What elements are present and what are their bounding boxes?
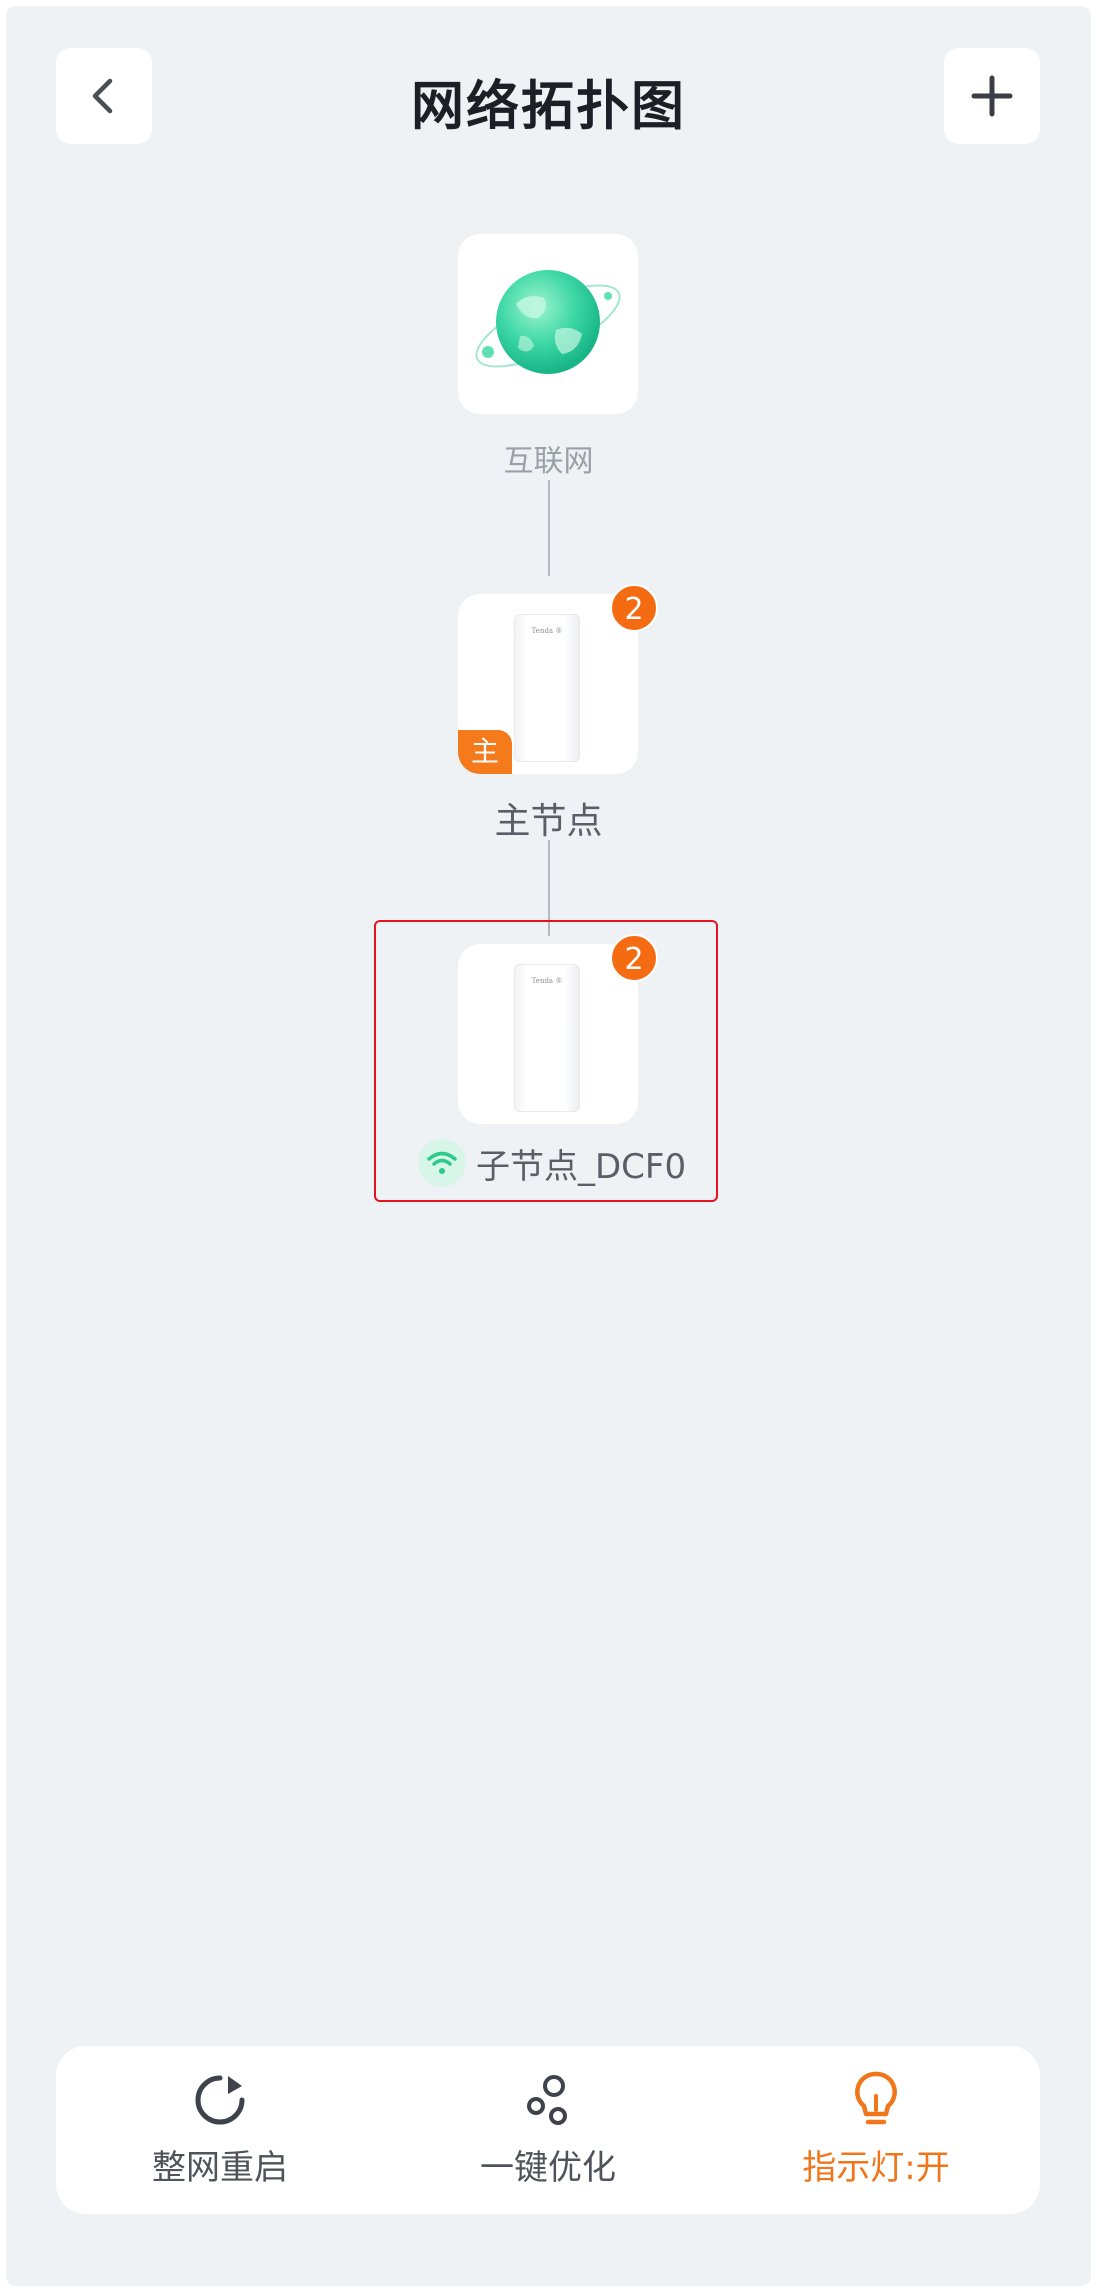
plus-icon xyxy=(971,75,1013,117)
sub-node-label: 子节点_DCF0 xyxy=(476,1146,687,1187)
restart-icon xyxy=(190,2070,250,2130)
link-line-internet-main xyxy=(548,480,550,576)
internet-node[interactable] xyxy=(458,234,638,414)
bottom-toolbar: 整网重启 一键优化 指示灯:开 xyxy=(56,2046,1040,2214)
indicator-light-toggle[interactable]: 指示灯:开 xyxy=(712,2046,1040,2214)
optimize-button[interactable]: 一键优化 xyxy=(384,2046,712,2214)
optimize-icon xyxy=(518,2070,578,2130)
sub-node-label-row: 子节点_DCF0 xyxy=(418,1138,686,1188)
master-tag: 主 xyxy=(458,730,512,774)
wifi-icon xyxy=(418,1139,466,1187)
sub-node-badge: 2 xyxy=(610,934,658,982)
globe-icon xyxy=(475,270,621,374)
lightbulb-icon xyxy=(846,2070,906,2130)
add-node-button[interactable] xyxy=(944,48,1040,144)
main-node[interactable]: Tenda ® 主 xyxy=(458,594,638,774)
indicator-light-label: 指示灯:开 xyxy=(802,2148,950,2188)
main-node-badge: 2 xyxy=(610,584,658,632)
router-image: Tenda ® xyxy=(514,614,580,762)
router-image: Tenda ® xyxy=(514,964,580,1112)
internet-label: 互联网 xyxy=(503,444,594,479)
restart-label: 整网重启 xyxy=(152,2148,288,2188)
main-node-label: 主节点 xyxy=(494,801,603,842)
sub-node[interactable]: Tenda ® xyxy=(458,944,638,1124)
restart-network-button[interactable]: 整网重启 xyxy=(56,2046,384,2214)
topology-screen: 网络拓扑图 互联网 Tenda ® 主 2 主节点 Tenda ® 2 子节点_… xyxy=(6,6,1091,2286)
optimize-label: 一键优化 xyxy=(480,2148,616,2188)
page-title: 网络拓扑图 xyxy=(411,76,686,137)
